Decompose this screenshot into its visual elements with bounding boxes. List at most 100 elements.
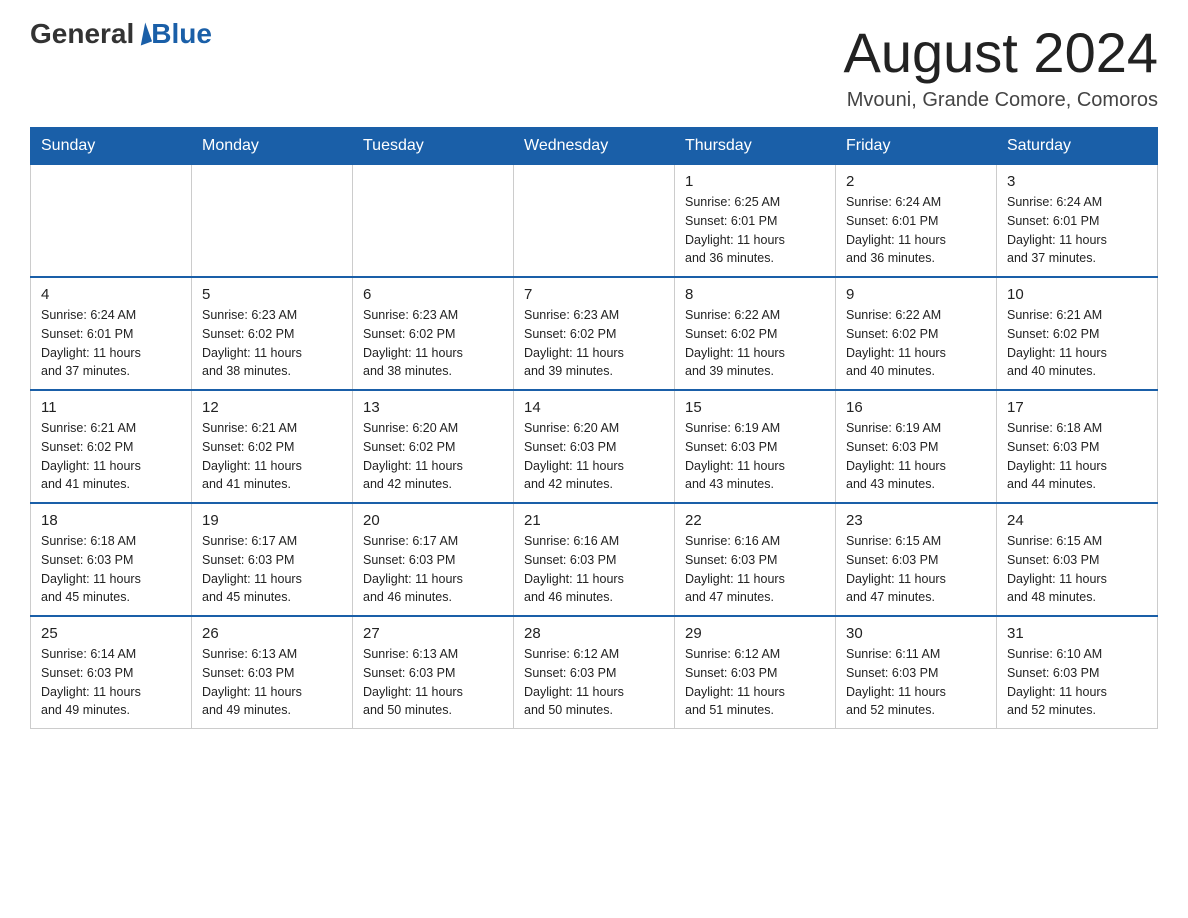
calendar-cell: 7 Sunrise: 6:23 AMSunset: 6:02 PMDaylight… bbox=[514, 277, 675, 390]
day-number: 20 bbox=[363, 512, 503, 529]
day-number: 9 bbox=[846, 286, 986, 303]
calendar-cell: 31Sunrise: 6:10 AMSunset: 6:03 PMDayligh… bbox=[997, 616, 1158, 729]
calendar-header-wednesday: Wednesday bbox=[514, 128, 675, 164]
calendar-cell: 4 Sunrise: 6:24 AMSunset: 6:01 PMDaylight… bbox=[31, 277, 192, 390]
day-number: 28 bbox=[524, 625, 664, 642]
calendar-header-thursday: Thursday bbox=[675, 128, 836, 164]
calendar-table: SundayMondayTuesdayWednesdayThursdayFrid… bbox=[30, 127, 1158, 729]
calendar-cell: 10 Sunrise: 6:21 AMSunset: 6:02 PMDayligh… bbox=[997, 277, 1158, 390]
day-info: Sunrise: 6:24 AMSunset: 6:01 PMDaylight:… bbox=[1007, 193, 1147, 268]
logo-general-text: General bbox=[30, 20, 134, 48]
day-info: Sunrise: 6:24 AMSunset: 6:01 PMDaylight:… bbox=[41, 306, 181, 381]
day-info: Sunrise: 6:16 AMSunset: 6:03 PMDaylight:… bbox=[524, 532, 664, 607]
day-info: Sunrise: 6:12 AMSunset: 6:03 PMDaylight:… bbox=[685, 645, 825, 720]
calendar-header-saturday: Saturday bbox=[997, 128, 1158, 164]
calendar-week-5: 25 Sunrise: 6:14 AMSunset: 6:03 PMDayligh… bbox=[31, 616, 1158, 729]
day-info: Sunrise: 6:23 AMSunset: 6:02 PMDaylight:… bbox=[524, 306, 664, 381]
day-number: 25 bbox=[41, 625, 181, 642]
day-info: Sunrise: 6:13 AMSunset: 6:03 PMDaylight:… bbox=[202, 645, 342, 720]
day-info: Sunrise: 6:21 AMSunset: 6:02 PMDaylight:… bbox=[1007, 306, 1147, 381]
day-info: Sunrise: 6:18 AMSunset: 6:03 PMDaylight:… bbox=[41, 532, 181, 607]
day-number: 3 bbox=[1007, 173, 1147, 190]
calendar-cell bbox=[192, 164, 353, 277]
calendar-cell: 25 Sunrise: 6:14 AMSunset: 6:03 PMDayligh… bbox=[31, 616, 192, 729]
day-number: 15 bbox=[685, 399, 825, 416]
day-info: Sunrise: 6:18 AMSunset: 6:03 PMDaylight:… bbox=[1007, 419, 1147, 494]
day-info: Sunrise: 6:19 AMSunset: 6:03 PMDaylight:… bbox=[846, 419, 986, 494]
calendar-header-row: SundayMondayTuesdayWednesdayThursdayFrid… bbox=[31, 128, 1158, 164]
logo-general: General Blue bbox=[30, 20, 212, 48]
header: General Blue August 2024 Mvouni, Grande C… bbox=[30, 20, 1158, 112]
day-info: Sunrise: 6:20 AMSunset: 6:02 PMDaylight:… bbox=[363, 419, 503, 494]
day-info: Sunrise: 6:21 AMSunset: 6:02 PMDaylight:… bbox=[41, 419, 181, 494]
day-number: 14 bbox=[524, 399, 664, 416]
day-number: 10 bbox=[1007, 286, 1147, 303]
day-number: 21 bbox=[524, 512, 664, 529]
day-info: Sunrise: 6:15 AMSunset: 6:03 PMDaylight:… bbox=[846, 532, 986, 607]
calendar-cell: 23 Sunrise: 6:15 AMSunset: 6:03 PMDayligh… bbox=[836, 503, 997, 616]
day-number: 17 bbox=[1007, 399, 1147, 416]
calendar-cell: 18 Sunrise: 6:18 AMSunset: 6:03 PMDayligh… bbox=[31, 503, 192, 616]
calendar-cell: 30Sunrise: 6:11 AMSunset: 6:03 PMDayligh… bbox=[836, 616, 997, 729]
calendar-cell: 27 Sunrise: 6:13 AMSunset: 6:03 PMDayligh… bbox=[353, 616, 514, 729]
calendar-cell: 8Sunrise: 6:22 AMSunset: 6:02 PMDaylight… bbox=[675, 277, 836, 390]
day-number: 13 bbox=[363, 399, 503, 416]
day-number: 7 bbox=[524, 286, 664, 303]
subtitle: Mvouni, Grande Comore, Comoros bbox=[844, 89, 1158, 112]
calendar-week-1: 1 Sunrise: 6:25 AMSunset: 6:01 PMDaylight… bbox=[31, 164, 1158, 277]
day-number: 1 bbox=[685, 173, 825, 190]
calendar-cell: 16 Sunrise: 6:19 AMSunset: 6:03 PMDayligh… bbox=[836, 390, 997, 503]
calendar-week-2: 4 Sunrise: 6:24 AMSunset: 6:01 PMDaylight… bbox=[31, 277, 1158, 390]
calendar-cell: 6Sunrise: 6:23 AMSunset: 6:02 PMDaylight… bbox=[353, 277, 514, 390]
day-number: 27 bbox=[363, 625, 503, 642]
calendar-cell: 22Sunrise: 6:16 AMSunset: 6:03 PMDayligh… bbox=[675, 503, 836, 616]
calendar-cell: 28 Sunrise: 6:12 AMSunset: 6:03 PMDayligh… bbox=[514, 616, 675, 729]
day-number: 6 bbox=[363, 286, 503, 303]
day-info: Sunrise: 6:22 AMSunset: 6:02 PMDaylight:… bbox=[846, 306, 986, 381]
day-info: Sunrise: 6:10 AMSunset: 6:03 PMDaylight:… bbox=[1007, 645, 1147, 720]
calendar-week-3: 11 Sunrise: 6:21 AMSunset: 6:02 PMDayligh… bbox=[31, 390, 1158, 503]
calendar-cell: 20 Sunrise: 6:17 AMSunset: 6:03 PMDayligh… bbox=[353, 503, 514, 616]
day-number: 23 bbox=[846, 512, 986, 529]
day-info: Sunrise: 6:21 AMSunset: 6:02 PMDaylight:… bbox=[202, 419, 342, 494]
calendar-cell bbox=[514, 164, 675, 277]
calendar-header-tuesday: Tuesday bbox=[353, 128, 514, 164]
main-title: August 2024 bbox=[844, 20, 1158, 85]
calendar-cell: 19Sunrise: 6:17 AMSunset: 6:03 PMDayligh… bbox=[192, 503, 353, 616]
day-number: 29 bbox=[685, 625, 825, 642]
calendar-cell: 2Sunrise: 6:24 AMSunset: 6:01 PMDaylight… bbox=[836, 164, 997, 277]
day-info: Sunrise: 6:17 AMSunset: 6:03 PMDaylight:… bbox=[363, 532, 503, 607]
calendar-header-monday: Monday bbox=[192, 128, 353, 164]
calendar-cell: 29 Sunrise: 6:12 AMSunset: 6:03 PMDayligh… bbox=[675, 616, 836, 729]
calendar-cell: 13 Sunrise: 6:20 AMSunset: 6:02 PMDayligh… bbox=[353, 390, 514, 503]
day-number: 12 bbox=[202, 399, 342, 416]
day-number: 26 bbox=[202, 625, 342, 642]
calendar-week-4: 18 Sunrise: 6:18 AMSunset: 6:03 PMDayligh… bbox=[31, 503, 1158, 616]
day-info: Sunrise: 6:25 AMSunset: 6:01 PMDaylight:… bbox=[685, 193, 825, 268]
day-number: 18 bbox=[41, 512, 181, 529]
calendar-cell: 15 Sunrise: 6:19 AMSunset: 6:03 PMDayligh… bbox=[675, 390, 836, 503]
day-info: Sunrise: 6:22 AMSunset: 6:02 PMDaylight:… bbox=[685, 306, 825, 381]
logo-triangle-icon bbox=[134, 23, 152, 46]
logo: General Blue bbox=[30, 20, 212, 48]
calendar-cell bbox=[31, 164, 192, 277]
calendar-cell: 12 Sunrise: 6:21 AMSunset: 6:02 PMDayligh… bbox=[192, 390, 353, 503]
calendar-header-friday: Friday bbox=[836, 128, 997, 164]
day-number: 4 bbox=[41, 286, 181, 303]
calendar-body: 1 Sunrise: 6:25 AMSunset: 6:01 PMDaylight… bbox=[31, 164, 1158, 729]
day-number: 11 bbox=[41, 399, 181, 416]
day-info: Sunrise: 6:13 AMSunset: 6:03 PMDaylight:… bbox=[363, 645, 503, 720]
day-number: 22 bbox=[685, 512, 825, 529]
day-info: Sunrise: 6:23 AMSunset: 6:02 PMDaylight:… bbox=[202, 306, 342, 381]
day-info: Sunrise: 6:12 AMSunset: 6:03 PMDaylight:… bbox=[524, 645, 664, 720]
calendar-cell: 5 Sunrise: 6:23 AMSunset: 6:02 PMDaylight… bbox=[192, 277, 353, 390]
day-info: Sunrise: 6:15 AMSunset: 6:03 PMDaylight:… bbox=[1007, 532, 1147, 607]
day-number: 19 bbox=[202, 512, 342, 529]
day-number: 5 bbox=[202, 286, 342, 303]
logo-blue-text: Blue bbox=[151, 20, 212, 48]
day-info: Sunrise: 6:19 AMSunset: 6:03 PMDaylight:… bbox=[685, 419, 825, 494]
day-info: Sunrise: 6:14 AMSunset: 6:03 PMDaylight:… bbox=[41, 645, 181, 720]
day-number: 16 bbox=[846, 399, 986, 416]
calendar-cell: 3 Sunrise: 6:24 AMSunset: 6:01 PMDaylight… bbox=[997, 164, 1158, 277]
day-number: 24 bbox=[1007, 512, 1147, 529]
